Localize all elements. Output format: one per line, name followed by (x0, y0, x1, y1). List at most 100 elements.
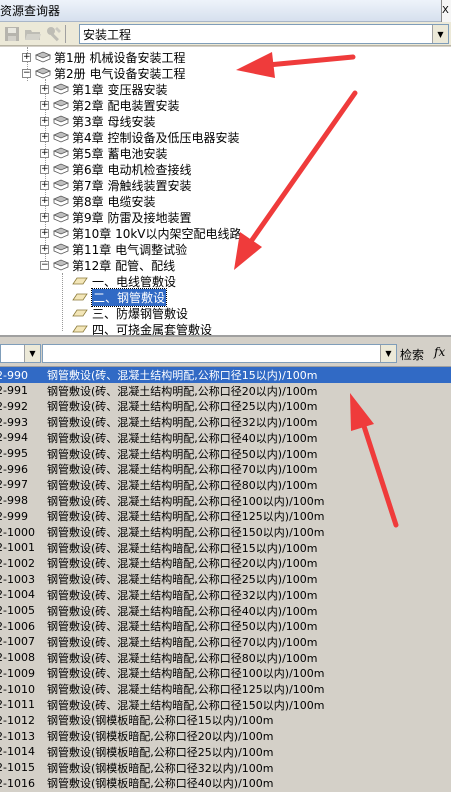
tree-item-chapter[interactable]: + 第5章 蓄电池安装 (40, 145, 167, 161)
expand-icon[interactable]: + (22, 52, 31, 62)
tree-item-chapter[interactable]: + 第4章 控制设备及低压电器安装 (40, 129, 239, 145)
table-row[interactable]: 2-1010 钢管敷设(砖、混凝土结构暗配,公称口径125以内)/100m (0, 681, 451, 697)
fx-icon[interactable]: fx (434, 345, 445, 359)
quota-description: 钢管敷设(砖、混凝土结构暗配,公称口径100以内)/100m (47, 667, 325, 681)
quota-code: 2-1009 (0, 666, 35, 680)
table-row[interactable]: 2-992 钢管敷设(砖、混凝土结构明配,公称口径25以内)/100m (0, 398, 451, 414)
page-icon (72, 325, 88, 333)
expand-icon[interactable]: + (40, 100, 49, 110)
field-select[interactable]: ▼ (0, 344, 41, 363)
quota-code: 2-1015 (0, 761, 35, 774)
tree-item-chapter[interactable]: + 第10章 10kV以内架空配电线路 (40, 225, 242, 241)
table-row[interactable]: 2-990 钢管敷设(砖、混凝土结构明配,公称口径15以内)/100m (0, 367, 451, 383)
quota-code: 2-990 (0, 368, 28, 382)
book-icon (53, 163, 69, 175)
table-row[interactable]: 2-1008 钢管敷设(砖、混凝土结构暗配,公称口径80以内)/100m (0, 650, 451, 666)
tree-item-chapter[interactable]: + 第2章 配电装置安装 (40, 97, 179, 113)
table-row[interactable]: 2-994 钢管敷设(砖、混凝土结构明配,公称口径40以内)/100m (0, 430, 451, 446)
tree-item-chapter[interactable]: + 第11章 电气调整试验 (40, 241, 187, 257)
quota-description: 钢管敷设(砖、混凝土结构明配,公称口径25以内)/100m (47, 400, 318, 414)
table-row[interactable]: 2-991 钢管敷设(砖、混凝土结构明配,公称口径20以内)/100m (0, 383, 451, 399)
expand-icon[interactable]: + (40, 116, 49, 126)
collapse-icon[interactable]: − (22, 68, 31, 78)
tree-item-label: 第3章 母线安装 (72, 114, 156, 129)
table-row[interactable]: 2-1000 钢管敷设(砖、混凝土结构明配,公称口径150以内)/100m (0, 524, 451, 540)
table-row[interactable]: 2-997 钢管敷设(砖、混凝土结构明配,公称口径80以内)/100m (0, 477, 451, 493)
tree-item-section[interactable]: 二、钢管敷设 (72, 287, 168, 307)
tree-item-chapter[interactable]: + 第3章 母线安装 (40, 113, 155, 129)
book-icon (53, 115, 69, 127)
tree-item-volume1[interactable]: + 第1册 机械设备安装工程 (22, 49, 185, 65)
tree-item-section[interactable]: 一、电线管敷设 (72, 273, 176, 289)
quota-description: 钢管敷设(砖、混凝土结构明配,公称口径50以内)/100m (47, 447, 318, 461)
tree-item-chapter[interactable]: + 第8章 电缆安装 (40, 193, 155, 209)
table-row[interactable]: 2-1011 钢管敷设(砖、混凝土结构暗配,公称口径150以内)/100m (0, 697, 451, 713)
table-row[interactable]: 2-995 钢管敷设(砖、混凝土结构明配,公称口径50以内)/100m (0, 446, 451, 462)
tree-item-section[interactable]: 三、防爆钢管敷设 (72, 305, 188, 321)
table-row[interactable]: 2-1002 钢管敷设(砖、混凝土结构暗配,公称口径20以内)/100m (0, 555, 451, 571)
quota-description: 钢管敷设(砖、混凝土结构暗配,公称口径32以内)/100m (47, 588, 318, 602)
quota-code: 2-1000 (0, 525, 35, 539)
quota-code: 2-1001 (0, 541, 35, 555)
expand-icon[interactable]: + (40, 148, 49, 158)
table-row[interactable]: 2-1001 钢管敷设(砖、混凝土结构暗配,公称口径15以内)/100m (0, 540, 451, 556)
tree-item-chapter[interactable]: − 第12章 配管、配线 (40, 257, 175, 273)
expand-icon[interactable]: + (40, 132, 49, 142)
quota-code: 2-1014 (0, 745, 35, 759)
table-row[interactable]: 2-1013 钢管敷设(钢模板暗配,公称口径20以内)/100m (0, 728, 451, 744)
tree-item-chapter[interactable]: + 第6章 电动机检查接线 (40, 161, 191, 177)
book-icon (53, 211, 69, 223)
quota-code: 2-1005 (0, 604, 35, 617)
category-combo[interactable]: 安装工程 ▼ (79, 24, 449, 44)
page-icon (72, 293, 88, 301)
tree-item-chapter[interactable]: + 第9章 防雷及接地装置 (40, 209, 191, 225)
quota-description: 钢管敷设(砖、混凝土结构暗配,公称口径20以内)/100m (47, 557, 318, 571)
save-icon[interactable] (3, 25, 21, 43)
table-row[interactable]: 2-1007 钢管敷设(砖、混凝土结构暗配,公称口径70以内)/100m (0, 634, 451, 650)
search-input[interactable]: ▼ (42, 344, 397, 363)
tree-item-label: 第2册 电气设备安装工程 (54, 66, 186, 81)
tree-item-chapter[interactable]: + 第7章 滑触线装置安装 (40, 177, 191, 193)
table-row[interactable]: 2-1009 钢管敷设(砖、混凝土结构暗配,公称口径100以内)/100m (0, 665, 451, 681)
expand-icon[interactable]: + (40, 212, 49, 222)
expand-icon[interactable]: + (40, 164, 49, 174)
tree-item-volume2[interactable]: − 第2册 电气设备安装工程 (22, 65, 185, 81)
table-row[interactable]: 2-1015 钢管敷设(钢模板暗配,公称口径32以内)/100m (0, 760, 451, 776)
table-row[interactable]: 2-1016 钢管敷设(钢模板暗配,公称口径40以内)/100m (0, 775, 451, 791)
book-icon (35, 67, 51, 79)
quota-code: 2-1011 (0, 698, 35, 712)
table-row[interactable]: 2-996 钢管敷设(砖、混凝土结构明配,公称口径70以内)/100m (0, 461, 451, 477)
tree-item-label: 第8章 电缆安装 (72, 194, 156, 209)
expand-icon[interactable]: + (40, 244, 49, 254)
table-row[interactable]: 2-1014 钢管敷设(钢模板暗配,公称口径25以内)/100m (0, 744, 451, 760)
tree-item-chapter[interactable]: + 第1章 变压器安装 (40, 81, 167, 97)
table-row[interactable]: 2-1004 钢管敷设(砖、混凝土结构暗配,公称口径32以内)/100m (0, 587, 451, 603)
expand-icon[interactable]: + (40, 180, 49, 190)
tree-item-label: 第11章 电气调整试验 (72, 242, 188, 257)
table-row[interactable]: 2-1003 钢管敷设(砖、混凝土结构暗配,公称口径25以内)/100m (0, 571, 451, 587)
tools-icon[interactable] (45, 25, 63, 43)
table-row[interactable]: 2-999 钢管敷设(砖、混凝土结构明配,公称口径125以内)/100m (0, 508, 451, 524)
quota-description: 钢管敷设(钢模板暗配,公称口径25以内)/100m (47, 745, 274, 759)
tree-item-section[interactable]: 四、可挠金属套管敷设 (72, 321, 212, 335)
table-row[interactable]: 2-993 钢管敷设(砖、混凝土结构明配,公称口径32以内)/100m (0, 414, 451, 430)
table-row[interactable]: 2-1005 钢管敷设(砖、混凝土结构暗配,公称口径40以内)/100m (0, 603, 451, 619)
expand-icon[interactable]: + (40, 196, 49, 206)
chevron-down-icon[interactable]: ▼ (432, 25, 448, 43)
collapse-icon[interactable]: − (40, 260, 49, 270)
chevron-down-icon[interactable]: ▼ (380, 345, 396, 362)
page-icon (72, 309, 88, 317)
chapter-tree[interactable]: + 第1册 机械设备安装工程 − 第2册 电气设备安装工程 + 第1章 变压器安装… (0, 47, 451, 337)
close-button[interactable]: X (441, 0, 451, 22)
expand-icon[interactable]: + (40, 84, 49, 94)
quota-list[interactable]: 2-990 钢管敷设(砖、混凝土结构明配,公称口径15以内)/100m 2-991 钢… (0, 367, 451, 792)
table-row[interactable]: 2-1006 钢管敷设(砖、混凝土结构暗配,公称口径50以内)/100m (0, 618, 451, 634)
quota-code: 2-997 (0, 478, 28, 492)
tree-item-label: 二、钢管敷设 (90, 287, 168, 307)
table-row[interactable]: 2-1012 钢管敷设(钢模板暗配,公称口径15以内)/100m (0, 712, 451, 728)
expand-icon[interactable]: + (40, 228, 49, 238)
search-button[interactable]: 检索 (400, 346, 424, 363)
open-folder-icon[interactable] (24, 25, 42, 43)
table-row[interactable]: 2-998 钢管敷设(砖、混凝土结构明配,公称口径100以内)/100m (0, 493, 451, 509)
chevron-down-icon[interactable]: ▼ (24, 345, 40, 362)
